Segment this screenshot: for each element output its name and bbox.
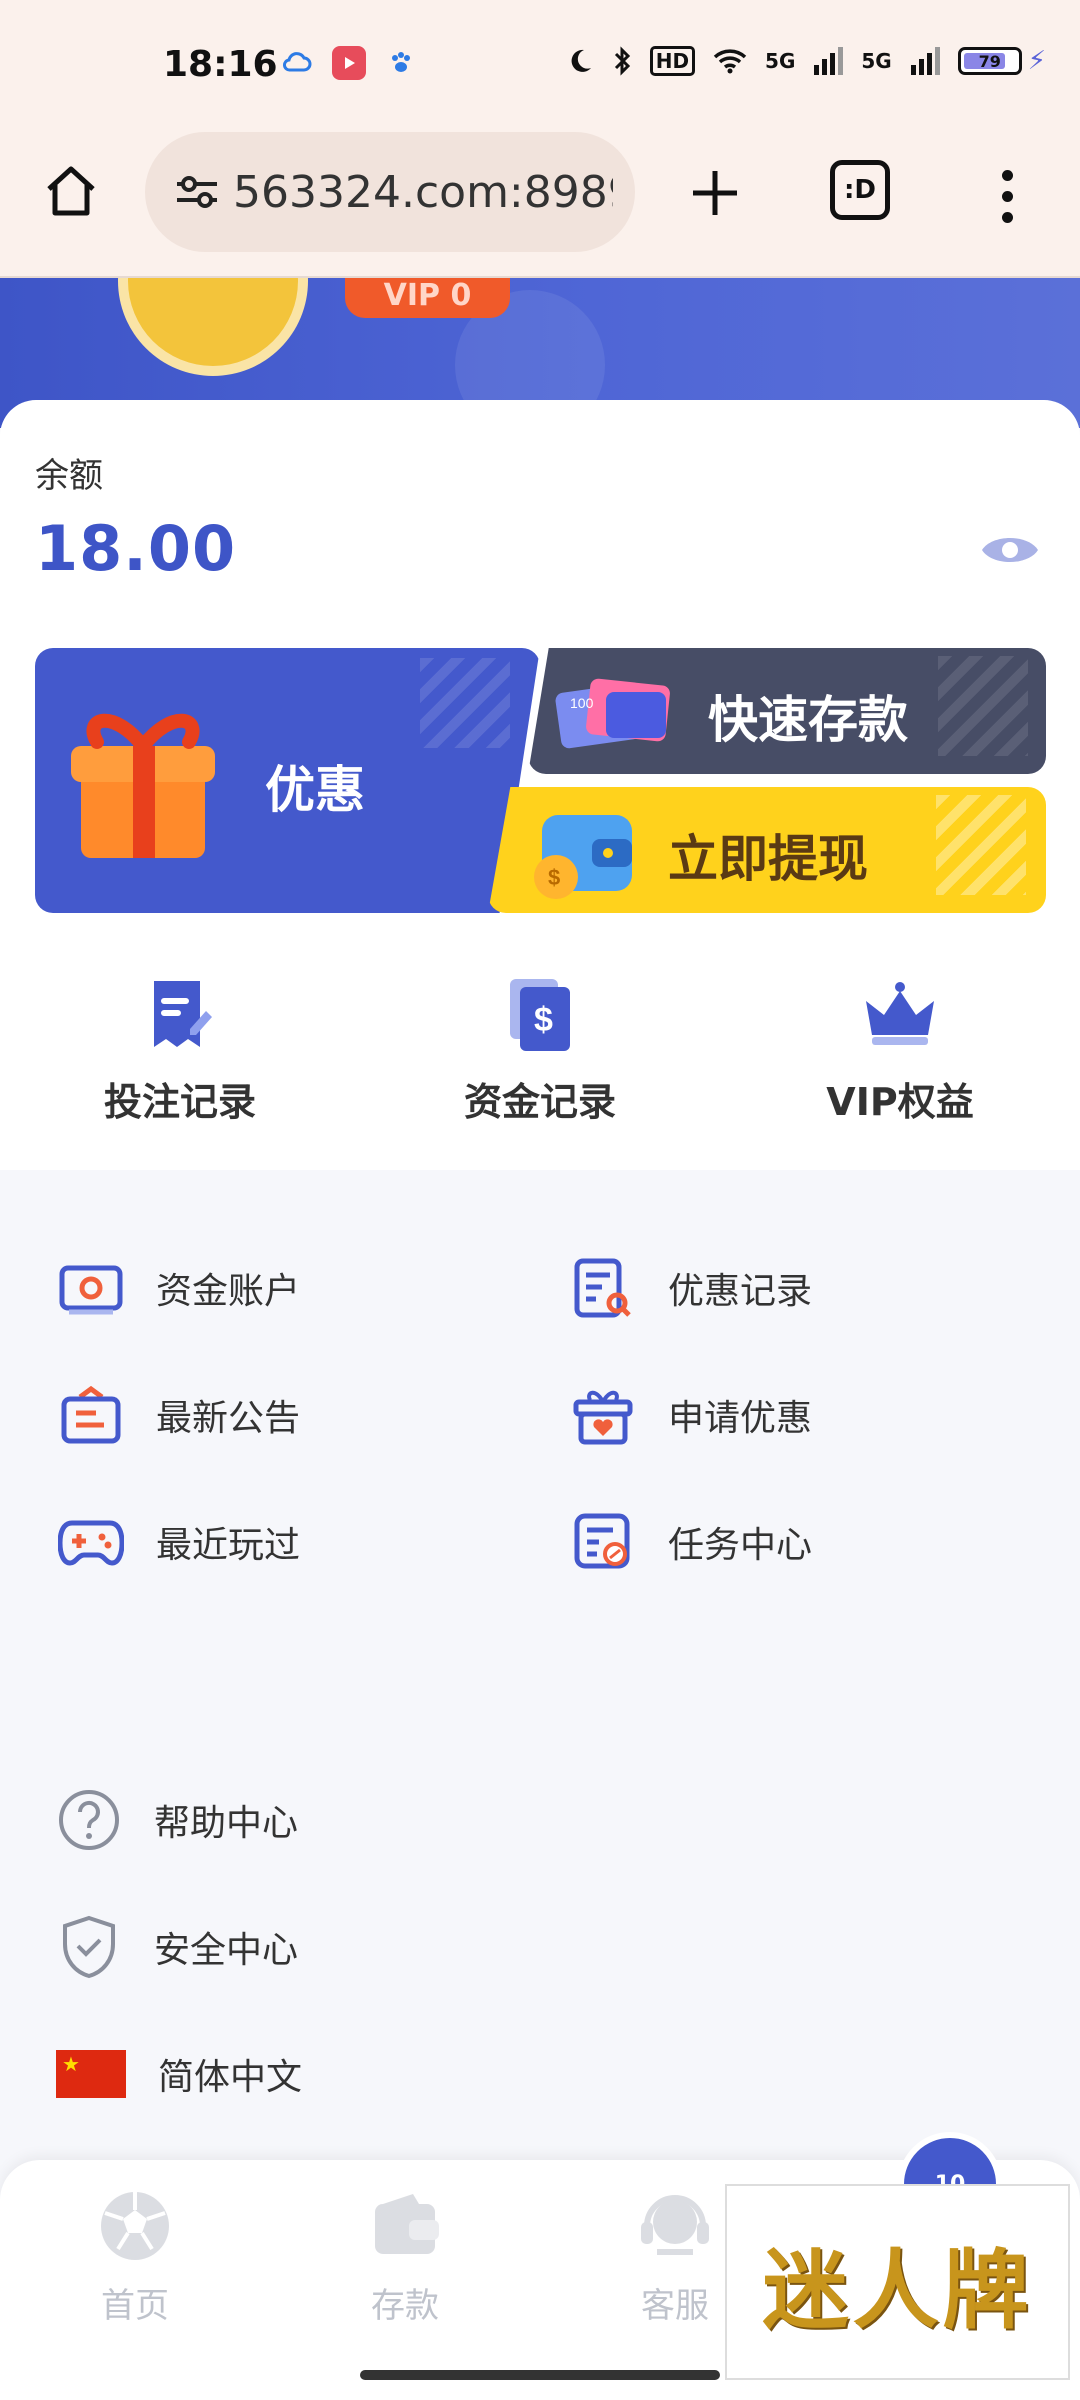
- gamepad-icon: [58, 1509, 124, 1575]
- balance-label: 余额: [35, 456, 103, 496]
- nav-home[interactable]: 首页: [50, 2188, 220, 2327]
- deposit-card-text: 100: [570, 695, 594, 711]
- china-flag-icon: [56, 2050, 126, 2098]
- bluetooth-icon: [614, 46, 630, 76]
- app-page: 18:16 HD 5G 5G 79 ⚡ 563324.com:8989:D V…: [0, 0, 1080, 2400]
- fund-account-icon: [58, 1255, 124, 1321]
- quick-link-label: 投注记录: [103, 1080, 256, 1124]
- tab-switcher-button[interactable]: :D: [830, 160, 890, 220]
- shield-icon: [56, 1914, 122, 1980]
- avatar[interactable]: [118, 278, 308, 376]
- crown-icon: [866, 982, 934, 1045]
- announcement-icon: [58, 1382, 124, 1448]
- watermark-overlay: 迷人牌: [725, 2184, 1070, 2380]
- withdraw-label: 立即提现: [668, 830, 868, 888]
- quick-link-label: VIP权益: [826, 1080, 974, 1124]
- toggle-visibility-button[interactable]: [980, 530, 1040, 570]
- quick-link-vip-benefits[interactable]: VIP权益: [750, 975, 1050, 1135]
- task-center-icon: [570, 1509, 636, 1575]
- wallet-card: 余额 18.00 优惠 100 快速存款 $ 立即提现 投注记录 $ 资金记录 …: [0, 400, 1080, 1170]
- menu-item-label: 简体中文: [158, 2057, 303, 2098]
- svg-text:$: $: [548, 865, 560, 890]
- menu-item-security-center[interactable]: 安全中心: [56, 1912, 298, 1982]
- quick-link-label: 资金记录: [463, 1080, 616, 1124]
- status-bar: 18:16 HD 5G 5G 79 ⚡: [0, 0, 1080, 120]
- paw-app-icon: [384, 46, 418, 80]
- address-bar[interactable]: 563324.com:8989: [145, 132, 635, 252]
- menu-item-label: 资金账户: [156, 1271, 301, 1312]
- wallet-icon: [375, 2194, 439, 2254]
- nav-label: 存款: [371, 2286, 439, 2326]
- plus-icon: [693, 171, 737, 215]
- withdraw-button[interactable]: $ 立即提现: [488, 787, 1046, 913]
- cloud-app-icon: [280, 46, 314, 80]
- gesture-bar[interactable]: [360, 2370, 720, 2380]
- battery-level: 79: [978, 51, 1001, 71]
- wifi-icon: [713, 49, 747, 74]
- cash-cards-icon: 100: [555, 678, 670, 749]
- soccer-ball-icon: [101, 2192, 169, 2260]
- quick-link-fund-record[interactable]: $ 资金记录: [390, 975, 690, 1135]
- new-tab-button[interactable]: [680, 158, 750, 228]
- menu-item-label: 优惠记录: [668, 1271, 813, 1312]
- menu-item-apply-promo[interactable]: 申请优惠: [570, 1380, 812, 1450]
- signal-icon: [814, 47, 844, 75]
- balance-value: 18.00: [35, 512, 237, 585]
- settings-panel: 帮助中心 安全中心 简体中文: [0, 1710, 1080, 2190]
- status-right: HD 5G 5G 79 ⚡: [566, 46, 1046, 76]
- home-icon: [47, 166, 95, 216]
- menu-item-label: 任务中心: [668, 1525, 813, 1566]
- promotions-label: 优惠: [265, 761, 365, 819]
- url-text: 563324.com:8989: [233, 166, 613, 218]
- browser-menu-button[interactable]: [992, 156, 1022, 236]
- menu-item-label: 最新公告: [156, 1398, 301, 1439]
- notification-icons: [280, 46, 418, 80]
- quick-link-bet-record[interactable]: 投注记录: [30, 975, 330, 1135]
- menu-item-promo-record[interactable]: 优惠记录: [570, 1253, 812, 1323]
- menu-item-language[interactable]: 简体中文: [56, 2039, 302, 2109]
- bet-record-icon: [154, 981, 212, 1047]
- fund-record-icon: $: [510, 979, 570, 1051]
- account-menu-panel: 资金账户 优惠记录 最新公告 申请优惠 最近玩过 任务中心: [0, 1178, 1080, 1662]
- video-app-icon: [332, 46, 366, 80]
- eye-icon: [982, 538, 1038, 562]
- battery-indicator: 79 ⚡: [957, 46, 1046, 76]
- home-button[interactable]: [36, 156, 106, 226]
- menu-item-recently-played[interactable]: 最近玩过: [58, 1507, 300, 1577]
- site-settings-icon[interactable]: [169, 164, 225, 220]
- headset-icon: [641, 2195, 709, 2255]
- svg-text:$: $: [534, 1001, 553, 1039]
- menu-item-label: 安全中心: [154, 1930, 299, 1971]
- menu-item-fund-account[interactable]: 资金账户: [58, 1253, 300, 1323]
- menu-item-task-center[interactable]: 任务中心: [570, 1507, 812, 1577]
- apply-promo-icon: [570, 1382, 636, 1448]
- wallet-coin-icon: $: [534, 815, 632, 899]
- browser-toolbar: 563324.com:8989 :D: [0, 120, 1080, 278]
- charging-icon: ⚡: [1027, 46, 1046, 76]
- nav-label: 首页: [101, 2286, 169, 2326]
- menu-item-label: 申请优惠: [668, 1398, 813, 1439]
- promotions-button[interactable]: 优惠: [35, 648, 540, 913]
- nav-deposit[interactable]: 存款: [320, 2188, 490, 2327]
- menu-item-help-center[interactable]: 帮助中心: [56, 1785, 298, 1855]
- gift-icon: [71, 713, 215, 858]
- moon-icon: [571, 49, 591, 72]
- status-time: 18:16: [163, 44, 278, 85]
- menu-item-label: 帮助中心: [154, 1803, 299, 1844]
- hd-label: HD: [649, 46, 696, 76]
- signal-label-1: 5G: [765, 49, 796, 73]
- vip-level-badge: VIP 0: [345, 278, 510, 318]
- help-icon: [56, 1787, 122, 1853]
- quick-deposit-button[interactable]: 100 快速存款: [528, 648, 1046, 774]
- signal-label-2: 5G: [861, 49, 892, 73]
- menu-item-label: 最近玩过: [156, 1525, 301, 1566]
- promo-record-icon: [570, 1255, 636, 1321]
- menu-item-announcement[interactable]: 最新公告: [58, 1380, 300, 1450]
- signal-icon-2: [910, 47, 940, 75]
- quick-deposit-label: 快速存款: [708, 691, 908, 749]
- watermark-text: 迷人牌: [762, 2239, 1033, 2341]
